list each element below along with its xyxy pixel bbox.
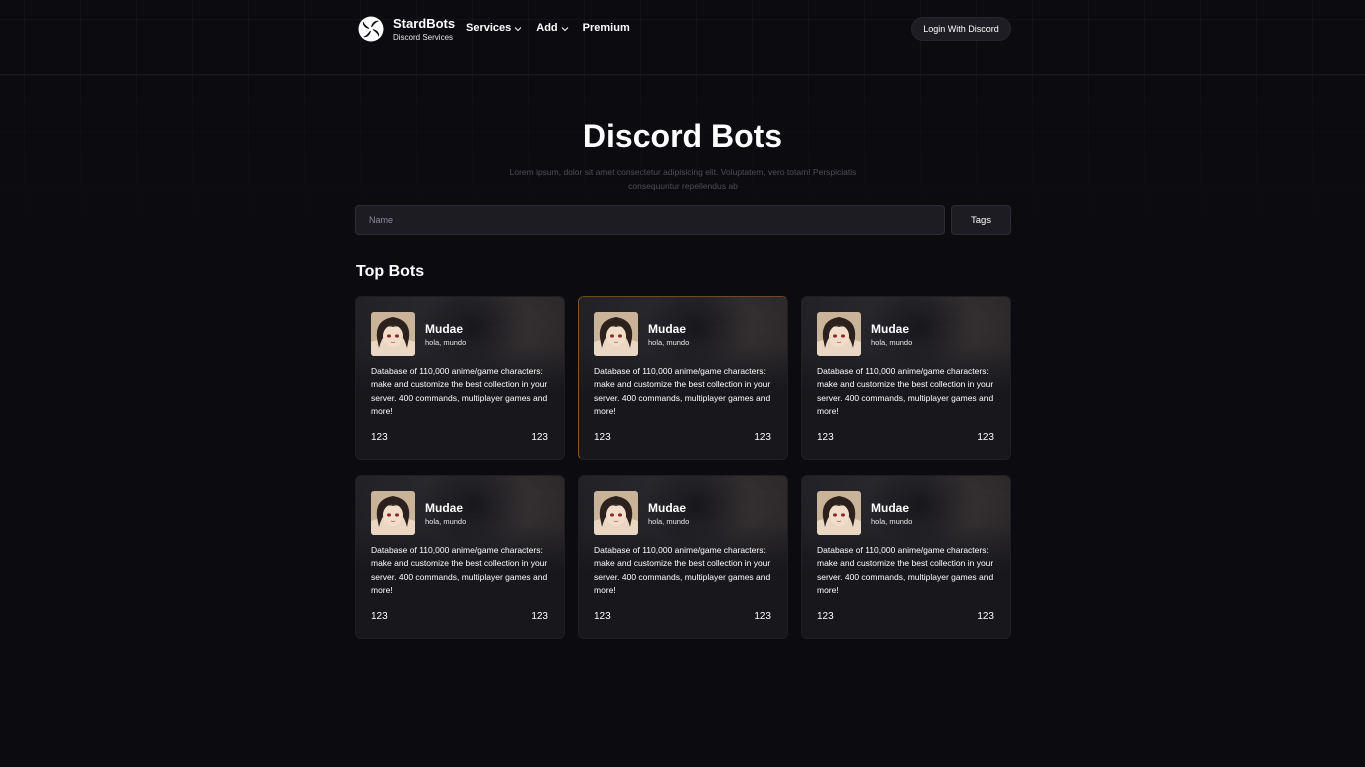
bot-name[interactable]: Mudae xyxy=(871,501,909,515)
nav-item-add[interactable]: Add xyxy=(536,22,569,34)
bot-tags: hola, mundo xyxy=(648,517,690,526)
chevron-down-icon xyxy=(514,27,522,32)
nav-item-label: Services xyxy=(466,22,512,34)
brand-subtitle: Discord Services xyxy=(393,33,454,42)
bot-card[interactable]: Mudae hola, mundo Database of 110,000 an… xyxy=(355,296,565,460)
bot-card-grid: Mudae hola, mundo Database of 110,000 an… xyxy=(355,296,1011,639)
header-divider xyxy=(0,74,1365,75)
bot-name[interactable]: Mudae xyxy=(871,322,909,336)
page-title: Discord Bots xyxy=(582,118,783,154)
bot-description: Database of 110,000 anime/game character… xyxy=(371,366,548,417)
bot-name[interactable]: Mudae xyxy=(425,501,463,515)
bot-stat-left: 123 xyxy=(371,432,388,443)
bot-description: Database of 110,000 anime/game character… xyxy=(594,366,771,417)
navbar: StardBots Discord Services Services Add … xyxy=(355,10,1011,48)
bot-tags: hola, mundo xyxy=(871,338,913,347)
bot-tags: hola, mundo xyxy=(648,338,690,347)
bot-card[interactable]: Mudae hola, mundo Database of 110,000 an… xyxy=(578,296,788,460)
bot-card[interactable]: Mudae hola, mundo Database of 110,000 an… xyxy=(801,296,1011,460)
bot-avatar xyxy=(594,491,638,535)
bot-stat-left: 123 xyxy=(817,432,834,443)
bot-card[interactable]: Mudae hola, mundo Database of 110,000 an… xyxy=(801,475,1011,639)
bot-avatar xyxy=(371,491,415,535)
nav-item-premium[interactable]: Premium xyxy=(583,22,630,34)
section-title: Top Bots xyxy=(356,263,425,280)
nav-item-services[interactable]: Services xyxy=(466,22,522,34)
bot-stat-left: 123 xyxy=(371,611,388,622)
chevron-down-icon xyxy=(561,27,569,32)
nav-item-label: Premium xyxy=(582,22,630,34)
brand-name: StardBots xyxy=(393,16,456,31)
bot-stat-left: 123 xyxy=(594,432,611,443)
bot-description: Database of 110,000 anime/game character… xyxy=(817,545,994,596)
bot-name[interactable]: Mudae xyxy=(425,322,463,336)
bot-avatar xyxy=(594,312,638,356)
search-input[interactable] xyxy=(355,205,945,235)
bot-description: Database of 110,000 anime/game character… xyxy=(817,366,994,417)
bot-card[interactable]: Mudae hola, mundo Database of 110,000 an… xyxy=(355,475,565,639)
bot-avatar xyxy=(817,312,861,356)
bot-description: Database of 110,000 anime/game character… xyxy=(371,545,548,596)
brand[interactable]: StardBots Discord Services xyxy=(393,17,455,43)
bot-stat-right: 123 xyxy=(977,432,994,443)
page: StardBots Discord Services Services Add … xyxy=(0,0,1365,767)
page-description: Lorem ipsum, dolor sit amet consectetur … xyxy=(509,167,857,191)
bot-stat-right: 123 xyxy=(531,611,548,622)
bot-tags: hola, mundo xyxy=(425,338,467,347)
bot-stat-right: 123 xyxy=(977,611,994,622)
bot-tags: hola, mundo xyxy=(425,517,467,526)
bot-name[interactable]: Mudae xyxy=(648,501,686,515)
bot-tags: hola, mundo xyxy=(871,517,913,526)
login-with-discord-button[interactable]: Login With Discord xyxy=(911,17,1011,41)
bot-card[interactable]: Mudae hola, mundo Database of 110,000 an… xyxy=(578,475,788,639)
bot-avatar xyxy=(371,312,415,356)
bot-name[interactable]: Mudae xyxy=(648,322,686,336)
bot-stat-left: 123 xyxy=(594,611,611,622)
bot-description: Database of 110,000 anime/game character… xyxy=(594,545,771,596)
bot-stat-right: 123 xyxy=(754,611,771,622)
bot-stat-right: 123 xyxy=(754,432,771,443)
swirl-logo-icon[interactable] xyxy=(358,16,384,42)
tags-button[interactable]: Tags xyxy=(951,205,1011,235)
bot-stat-left: 123 xyxy=(817,611,834,622)
bot-stat-right: 123 xyxy=(531,432,548,443)
bot-avatar xyxy=(817,491,861,535)
nav-menu: Services Add Premium xyxy=(466,22,644,34)
nav-item-label: Add xyxy=(536,22,558,34)
